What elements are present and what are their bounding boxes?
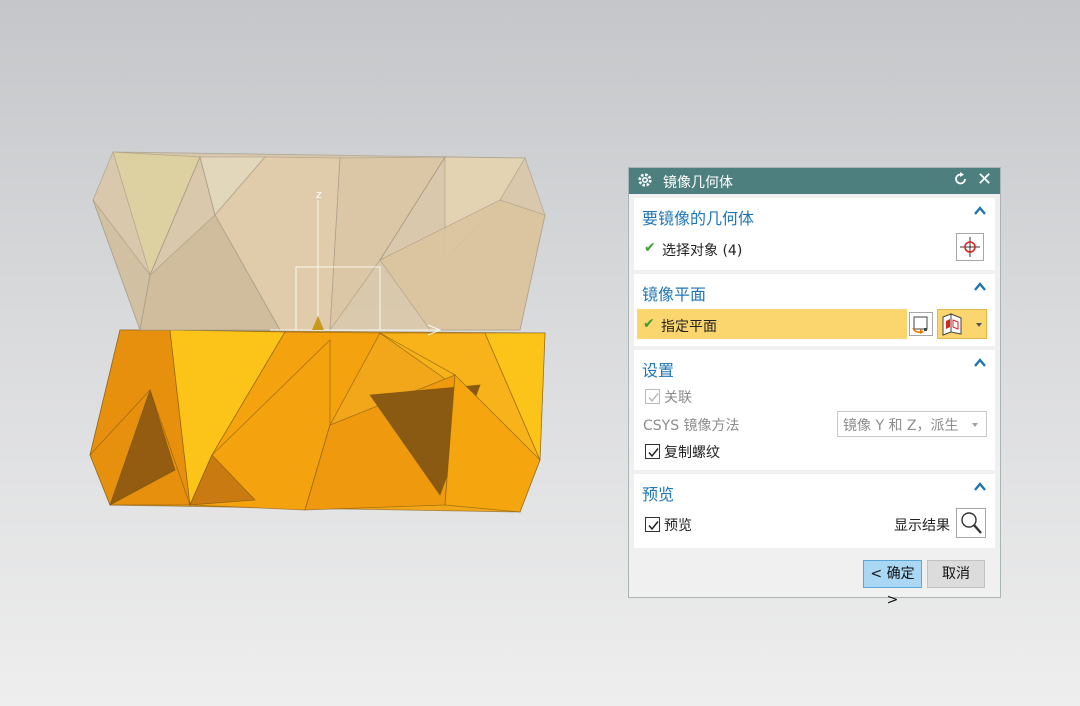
collapse-caret-icon[interactable] xyxy=(973,280,987,294)
group-preview: 预览 预览 显示结果 xyxy=(634,474,995,548)
group-mirror-plane: 镜像平面 ✔ 指定平面 xyxy=(634,274,995,346)
close-icon[interactable]: ✕ xyxy=(977,169,992,190)
group-settings: 设置 关联 CSYS 镜像方法 镜像 Y 和 Z，派生 复制螺纹 xyxy=(634,350,995,470)
select-object-button[interactable] xyxy=(956,233,984,261)
mirrored-geometry-model: z xyxy=(89,151,546,513)
preview-label: 预览 xyxy=(664,518,692,534)
plane-type-dropdown[interactable] xyxy=(937,309,987,339)
status-check-icon: ✔ xyxy=(644,240,656,256)
group-title-preview: 预览 xyxy=(642,485,675,504)
associative-label: 关联 xyxy=(664,390,692,406)
check-icon xyxy=(648,393,659,403)
collapse-caret-icon[interactable] xyxy=(973,480,987,494)
show-result-label: 显示结果 xyxy=(894,518,950,534)
csys-method-label: CSYS 镜像方法 xyxy=(643,418,740,434)
specify-plane-label: 指定平面 xyxy=(661,319,717,335)
magnifier-icon xyxy=(961,512,982,534)
reverse-direction-icon xyxy=(912,316,928,334)
csys-method-select[interactable]: 镜像 Y 和 Z，派生 xyxy=(837,411,987,437)
reset-icon[interactable] xyxy=(953,171,969,187)
graphics-viewport[interactable]: z xyxy=(0,0,600,706)
specify-plane-row[interactable]: ✔ 指定平面 xyxy=(637,309,907,339)
crosshair-icon xyxy=(960,237,980,257)
group-title-plane: 镜像平面 xyxy=(642,285,707,304)
check-icon xyxy=(648,521,659,531)
show-result-button[interactable] xyxy=(956,508,986,538)
copy-threads-label: 复制螺纹 xyxy=(664,445,720,461)
upper-ghost-body xyxy=(92,151,546,332)
group-title-settings: 设置 xyxy=(642,361,675,380)
cancel-button[interactable]: 取消 xyxy=(927,560,985,588)
collapse-caret-icon[interactable] xyxy=(973,356,987,370)
dialog-title: 镜像几何体 xyxy=(663,175,733,191)
ok-button[interactable]: < 确定 > xyxy=(863,560,922,608)
status-check-icon: ✔ xyxy=(643,316,655,332)
group-title-geometry: 要镜像的几何体 xyxy=(642,209,755,228)
select-object-label: 选择对象 (4) xyxy=(662,243,743,259)
mirror-geometry-dialog: 镜像几何体 ✕ 要镜像的几何体 ✔ 选择对象 (4) 镜像平面 ✔ 指定平面 设… xyxy=(628,167,1001,608)
gear-icon xyxy=(638,173,652,187)
csys-method-value: 镜像 Y 和 Z，派生 xyxy=(843,418,959,434)
chevron-down-icon xyxy=(972,423,978,427)
group-geometry-to-mirror: 要镜像的几何体 ✔ 选择对象 (4) xyxy=(634,198,995,270)
associative-checkbox[interactable] xyxy=(645,389,660,404)
lower-solid-body xyxy=(89,329,546,513)
dialog-titlebar: 镜像几何体 ✕ xyxy=(629,168,1000,194)
z-axis-label: z xyxy=(316,188,322,201)
collapse-caret-icon[interactable] xyxy=(973,204,987,218)
reverse-direction-button[interactable] xyxy=(909,312,933,336)
chevron-down-icon xyxy=(976,323,982,327)
copy-threads-checkbox[interactable] xyxy=(645,444,660,459)
mirror-plane-icon xyxy=(942,313,962,336)
check-icon xyxy=(648,448,659,458)
preview-checkbox[interactable] xyxy=(645,517,660,532)
